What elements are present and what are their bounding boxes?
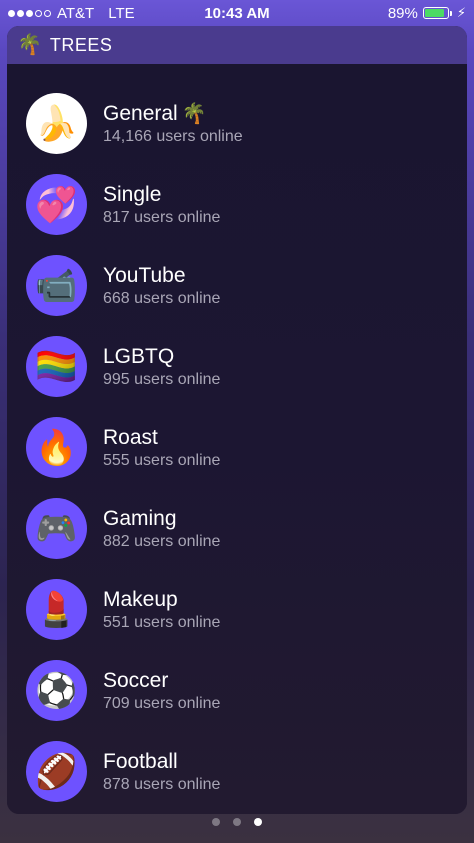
- room-text: Roast 555 users online: [103, 426, 220, 470]
- palm-tree-icon: 🌴: [181, 103, 207, 125]
- room-text: Football 878 users online: [103, 750, 220, 794]
- trees-widget: 🌴 TREES 🍌 General 🌴 14,166 users online 💞 Sin…: [7, 26, 467, 814]
- room-name: Gaming: [103, 506, 177, 530]
- room-online-count: 551 users online: [103, 613, 221, 631]
- room-online-count: 878 users online: [103, 775, 221, 793]
- video-camera-icon: 📹: [26, 255, 87, 316]
- room-name-row: Soccer: [103, 669, 220, 693]
- fire-icon: 🔥: [26, 417, 87, 478]
- status-left: AT&T LTE: [8, 5, 168, 22]
- room-online-count: 555 users online: [103, 451, 221, 469]
- room-text: Makeup 551 users online: [103, 588, 220, 632]
- page-indicator[interactable]: [0, 818, 474, 826]
- room-name-row: Gaming: [103, 507, 220, 531]
- american-football-icon: 🏈: [26, 741, 87, 802]
- carrier-name: AT&T: [57, 4, 95, 22]
- room-item-youtube[interactable]: 📹 YouTube 668 users online: [7, 245, 467, 326]
- room-name: General: [103, 101, 178, 125]
- page-dot[interactable]: [254, 818, 262, 826]
- room-item-single[interactable]: 💞 Single 817 users online: [7, 164, 467, 245]
- room-name-row: Makeup: [103, 588, 220, 612]
- room-name: Makeup: [103, 587, 178, 611]
- room-online-count: 668 users online: [103, 289, 221, 307]
- room-online-count: 14,166 users online: [103, 128, 243, 145]
- banana-icon: 🍌: [26, 93, 87, 154]
- status-time: 10:43 AM: [204, 4, 270, 22]
- lipstick-icon: 💄: [26, 579, 87, 640]
- room-name: Roast: [103, 425, 158, 449]
- palm-tree-icon: 🌴: [17, 34, 42, 56]
- page-dot[interactable]: [212, 818, 220, 826]
- room-item-soccer[interactable]: ⚽ Soccer 709 users online: [7, 650, 467, 731]
- signal-dot: [17, 9, 24, 17]
- battery-icon: [422, 7, 449, 19]
- room-text: Gaming 882 users online: [103, 507, 220, 551]
- room-name: YouTube: [103, 263, 186, 287]
- room-text: Single 817 users online: [103, 183, 220, 227]
- room-item-general[interactable]: 🍌 General 🌴 14,166 users online: [7, 83, 467, 164]
- signal-dot: [8, 9, 15, 17]
- soccer-ball-icon: ⚽: [26, 660, 87, 721]
- room-item-lgbtq[interactable]: 🏳️‍🌈 LGBTQ 995 users online: [7, 326, 467, 407]
- battery-percent: 89%: [387, 4, 418, 22]
- widget-body: 🍌 General 🌴 14,166 users online 💞 Single 817 u…: [7, 64, 467, 814]
- room-name-row: Roast: [103, 426, 220, 450]
- room-item-gaming[interactable]: 🎮 Gaming 882 users online: [7, 488, 467, 569]
- room-name: Single: [103, 182, 162, 206]
- two-hearts-icon: 💞: [26, 174, 87, 235]
- room-name-row: General 🌴: [103, 101, 243, 126]
- room-item-roast[interactable]: 🔥 Roast 555 users online: [7, 407, 467, 488]
- room-name-row: LGBTQ: [103, 345, 220, 369]
- room-name-row: Single: [103, 183, 220, 207]
- room-online-count: 995 users online: [103, 370, 221, 388]
- room-name: Football: [103, 749, 178, 773]
- widget-header[interactable]: 🌴 TREES: [7, 26, 467, 64]
- network-type: LTE: [108, 4, 135, 22]
- room-item-makeup[interactable]: 💄 Makeup 551 users online: [7, 569, 467, 650]
- room-text: Soccer 709 users online: [103, 669, 220, 713]
- room-name: Soccer: [103, 668, 169, 692]
- battery-fill: [424, 9, 445, 17]
- room-online-count: 709 users online: [103, 694, 221, 712]
- battery-tip: [449, 10, 452, 16]
- room-item-football[interactable]: 🏈 Football 878 users online: [7, 731, 467, 812]
- status-bar: AT&T LTE 10:43 AM 89% ⚡: [0, 0, 474, 26]
- charging-bolt-icon: ⚡: [456, 5, 466, 20]
- signal-strength-icon: [8, 9, 51, 17]
- rainbow-flag-icon: 🏳️‍🌈: [26, 336, 87, 397]
- room-name: LGBTQ: [103, 344, 175, 368]
- room-name-row: Football: [103, 750, 220, 774]
- room-text: LGBTQ 995 users online: [103, 345, 220, 389]
- room-text: YouTube 668 users online: [103, 264, 220, 308]
- game-controller-icon: 🎮: [26, 498, 87, 559]
- page-dot[interactable]: [233, 818, 241, 826]
- widget-title: TREES: [49, 34, 113, 55]
- room-text: General 🌴 14,166 users online: [103, 101, 243, 146]
- room-name-row: YouTube: [103, 264, 220, 288]
- room-online-count: 882 users online: [103, 532, 221, 550]
- signal-dot: [44, 9, 51, 17]
- room-online-count: 817 users online: [103, 208, 221, 226]
- room-list: 🍌 General 🌴 14,166 users online 💞 Single 817 u…: [7, 83, 467, 812]
- signal-dot: [35, 9, 42, 17]
- signal-dot: [26, 9, 33, 17]
- status-right: 89% ⚡: [306, 5, 466, 22]
